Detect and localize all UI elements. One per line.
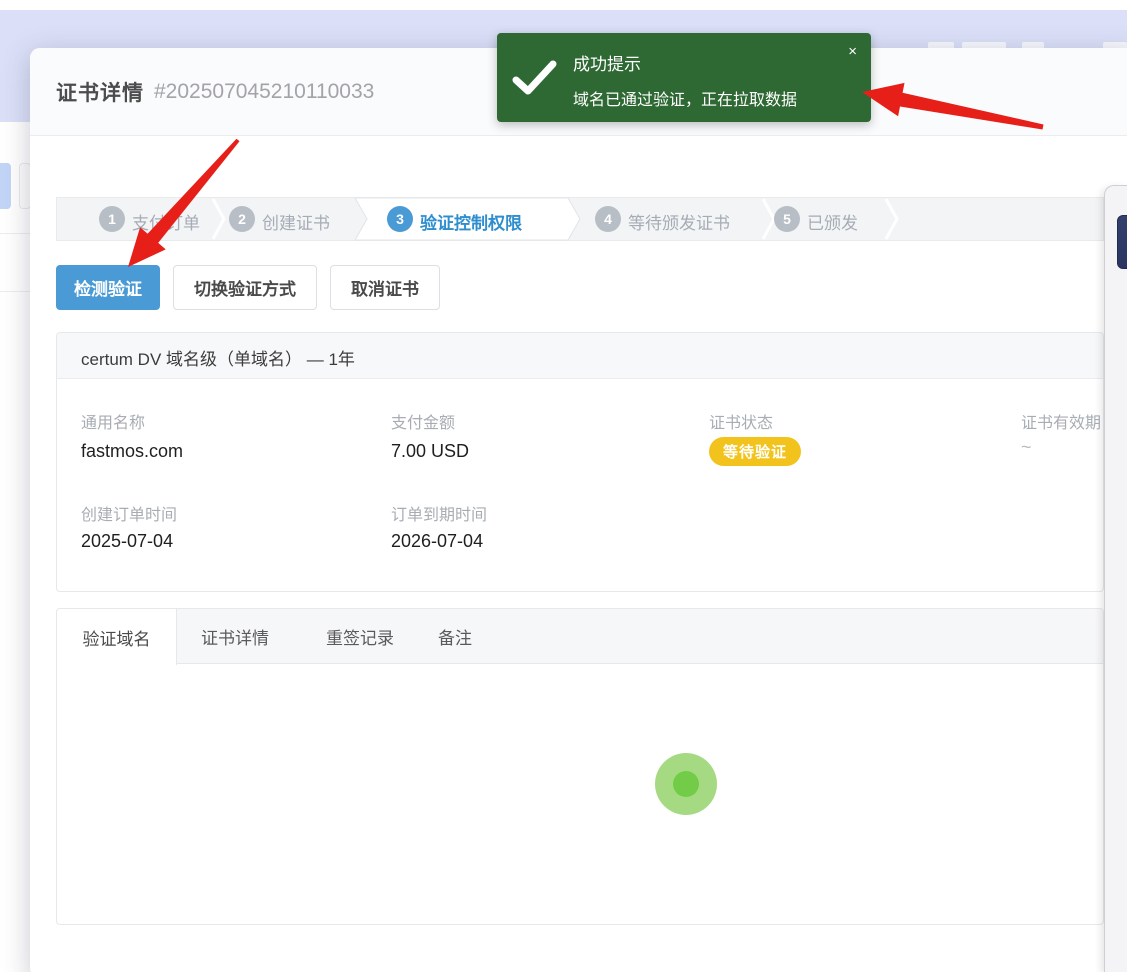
tab-reissue-history[interactable]: 重签记录 xyxy=(326,609,394,664)
screenshot-canvas: 证书详情 #202507045210110033 1 支付订单 2 创建证书 3… xyxy=(0,0,1127,972)
progress-stepper xyxy=(56,197,1104,241)
background-divider xyxy=(0,291,30,292)
tab-validate-domain[interactable]: 验证域名 xyxy=(57,609,177,665)
step-2-circle: 2 xyxy=(229,206,255,232)
step-1-circle: 1 xyxy=(99,206,125,232)
step-4-label: 等待颁发证书 xyxy=(628,209,730,234)
step-4-circle: 4 xyxy=(595,206,621,232)
toast-title: 成功提示 xyxy=(573,50,641,75)
order-expire-value: 2026-07-04 xyxy=(391,531,483,552)
step-5-circle: 5 xyxy=(774,206,800,232)
step-2-label: 创建证书 xyxy=(262,209,330,234)
page-title: 证书详情 xyxy=(56,77,144,107)
common-name-label: 通用名称 xyxy=(81,409,145,433)
order-created-label: 创建订单时间 xyxy=(81,501,177,525)
certificate-validity-label: 证书有效期 xyxy=(1021,409,1101,433)
certificate-status-label: 证书状态 xyxy=(709,409,773,433)
paid-amount-label: 支付金额 xyxy=(391,409,455,433)
tab-certificate-detail[interactable]: 证书详情 xyxy=(201,609,269,664)
status-badge: 等待验证 xyxy=(709,437,801,466)
common-name-value: fastmos.com xyxy=(81,441,183,462)
success-toast: 成功提示 域名已通过验证，正在拉取数据 × xyxy=(497,33,871,122)
certificate-info-card: certum DV 域名级（单域名） — 1年 通用名称 fastmos.com… xyxy=(56,332,1104,592)
order-created-value: 2025-07-04 xyxy=(81,531,173,552)
background-top-strip xyxy=(0,0,1127,10)
check-validation-button[interactable]: 检测验证 xyxy=(56,265,160,310)
order-expire-label: 订单到期时间 xyxy=(391,501,487,525)
action-button-row: 检测验证 切换验证方式 取消证书 xyxy=(56,265,440,310)
detail-tabs-card: 验证域名 证书详情 重签记录 备注 xyxy=(56,608,1104,925)
close-icon[interactable]: × xyxy=(848,43,857,61)
cancel-certificate-button[interactable]: 取消证书 xyxy=(330,265,440,310)
certificate-validity-value: ~ xyxy=(1021,437,1032,458)
panel-handle-button[interactable] xyxy=(1117,215,1127,269)
loading-spinner-inner xyxy=(673,771,699,797)
step-5-label: 已颁发 xyxy=(807,209,858,234)
background-divider xyxy=(0,233,30,234)
step-1-label: 支付订单 xyxy=(132,209,200,234)
certificate-product-title: certum DV 域名级（单域名） — 1年 xyxy=(81,345,355,370)
stepper-track xyxy=(56,197,1104,241)
switch-validation-method-button[interactable]: 切换验证方式 xyxy=(173,265,317,310)
paid-amount-value: 7.00 USD xyxy=(391,441,469,462)
right-floating-panel xyxy=(1104,185,1127,972)
step-3-label: 验证控制权限 xyxy=(420,209,522,234)
success-check-icon xyxy=(511,59,559,102)
step-3-circle: 3 xyxy=(387,206,413,232)
order-number: #202507045210110033 xyxy=(154,80,374,104)
modal-title-wrap: 证书详情 #202507045210110033 xyxy=(56,48,374,136)
background-sidebar-tab xyxy=(0,163,11,209)
toast-message: 域名已通过验证，正在拉取数据 xyxy=(573,86,797,110)
tab-remarks[interactable]: 备注 xyxy=(438,609,472,664)
